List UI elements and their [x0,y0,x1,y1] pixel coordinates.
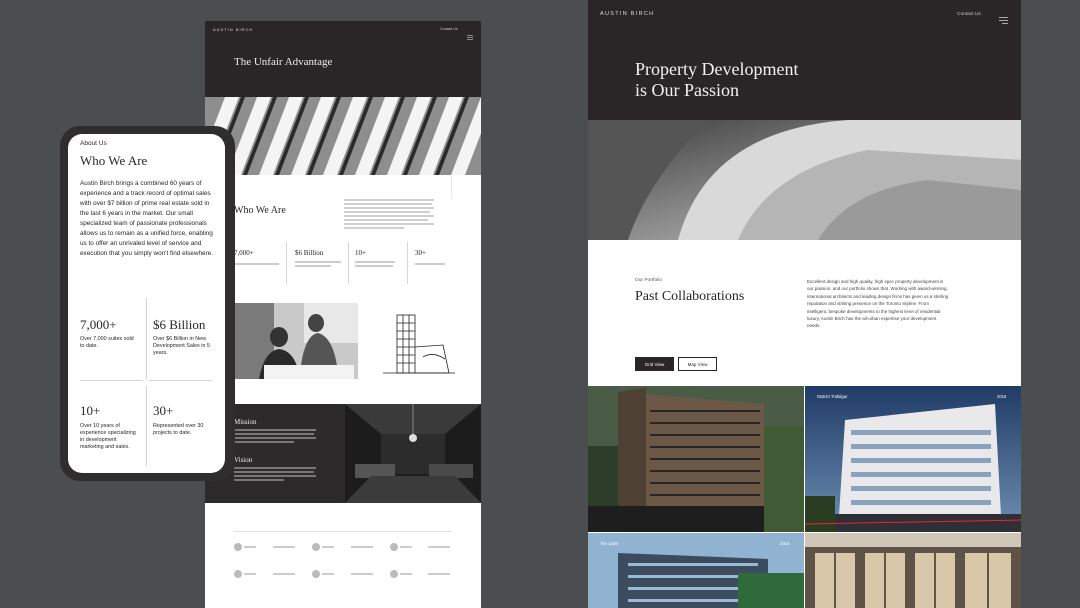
project-year: 2016 [997,394,1007,399]
stat-value: 30+ [415,249,426,257]
center-desktop-page: AUSTIN BIRCH Contact Us The Unfair Advan… [205,21,481,608]
partner-logo [428,546,450,548]
stat-value: 30+ [153,403,174,418]
stat-value: 7,000+ [80,317,117,332]
stat-value: 10+ [80,403,101,418]
divider [451,175,452,199]
partner-logo [322,546,334,548]
grid-view-label: Grid View [644,361,665,367]
stat-desc [355,261,395,263]
vision-heading: Vision [234,456,253,464]
menu-icon[interactable] [467,27,473,40]
vision-text [234,471,314,473]
project-tile[interactable]: District Trafalgar 2016 [805,386,1021,532]
brand-logo[interactable]: AUSTIN BIRCH [600,11,654,17]
stat-divider [149,380,212,381]
map-view-label: Map View [687,361,708,367]
partner-logo [322,573,334,575]
about-heading: Who We Are [80,153,148,168]
partner-logo [428,573,450,575]
stat-divider [348,242,349,284]
mission-text [234,441,294,443]
stat-desc: Over $6 Billion in New Development Sales… [153,336,210,356]
about-heading: Who We Are [234,205,286,216]
divider [234,531,452,532]
partner-logos [234,543,454,583]
right-hero: AUSTIN BIRCH Contact Us Property Develop… [588,0,1021,120]
building-sketch [383,307,455,375]
partner-logo [234,570,242,578]
hero-title: The Unfair Advantage [234,56,333,68]
project-year: 2015 [780,541,790,546]
hero-architecture-image [588,120,1021,240]
mission-heading: Mission [234,418,257,426]
partner-logo [244,573,256,575]
map-view-button[interactable]: Map View [678,357,717,371]
architecture-image [205,97,481,175]
vision-text [234,479,284,481]
stat-value: 10+ [355,249,366,257]
partner-logo [390,570,398,578]
partner-logo [351,573,373,575]
project-tile[interactable] [805,533,1021,608]
mission-section: Mission Vision [205,404,481,503]
project-tile[interactable] [588,386,804,532]
partner-logo [244,546,256,548]
mission-text [234,437,316,439]
brand-logo[interactable]: AUSTIN BIRCH [213,27,253,32]
contact-link[interactable]: Contact Us [440,27,458,31]
mission-text [234,429,316,431]
portfolio-body: Excellent design and high quality, high … [807,279,949,329]
center-hero: AUSTIN BIRCH Contact Us The Unfair Advan… [205,21,481,97]
interior-photo [345,404,481,503]
stat-divider [407,242,408,284]
vision-text [234,475,316,477]
stat-desc: Over 10 years of experience specializing… [80,423,136,450]
hero-title-line: is Our Passion [635,80,740,100]
partner-logo [312,570,320,578]
about-eyebrow: About Us [80,140,107,147]
stat-divider [146,298,147,380]
stat-desc [295,261,341,263]
stat-divider [286,242,287,284]
partner-logo [390,543,398,551]
partner-logo [351,546,373,548]
partner-logo [312,543,320,551]
project-name: District Trafalgar [817,394,848,399]
stat-value: 7,000+ [234,249,254,257]
project-tile[interactable]: The Quint 2015 [588,533,804,608]
stat-desc [355,265,393,267]
stat-divider [146,386,147,466]
stat-desc: Represented over 30 projects to date. [153,423,204,436]
stat-desc: Over 7,000 suites sold to date. [80,336,134,349]
about-body: Austin Birch brings a combined 60 years … [80,180,214,257]
right-desktop-page: AUSTIN BIRCH Contact Us Property Develop… [588,0,1021,608]
stat-desc [234,263,279,265]
stat-desc [415,263,445,265]
stats-row: 7,000+ $6 Billion 10+ 30+ [234,242,454,286]
portfolio-eyebrow: Our Portfolio [635,278,662,283]
grid-view-button[interactable]: Grid View [635,357,674,371]
contact-link[interactable]: Contact Us [957,12,981,17]
project-name: The Quint [600,541,619,546]
partner-logo [400,546,412,548]
hero-title: Property Development is Our Passion [635,59,798,101]
mission-text [234,433,314,435]
partner-logo [400,573,412,575]
stat-desc [295,265,331,267]
stat-value: $6 Billion [153,317,206,332]
partner-logo [234,543,242,551]
team-photo [234,303,358,379]
stat-divider [80,380,143,381]
stat-value: $6 Billion [295,249,324,257]
mobile-screen: About Us Who We Are Austin Birch brings … [68,134,225,473]
about-body [344,199,434,229]
partner-logo [273,546,295,548]
menu-icon[interactable] [999,11,1008,24]
portfolio-heading: Past Collaborations [635,289,745,304]
vision-text [234,467,316,469]
partner-logo [273,573,295,575]
hero-title-line: Property Development [635,59,799,79]
